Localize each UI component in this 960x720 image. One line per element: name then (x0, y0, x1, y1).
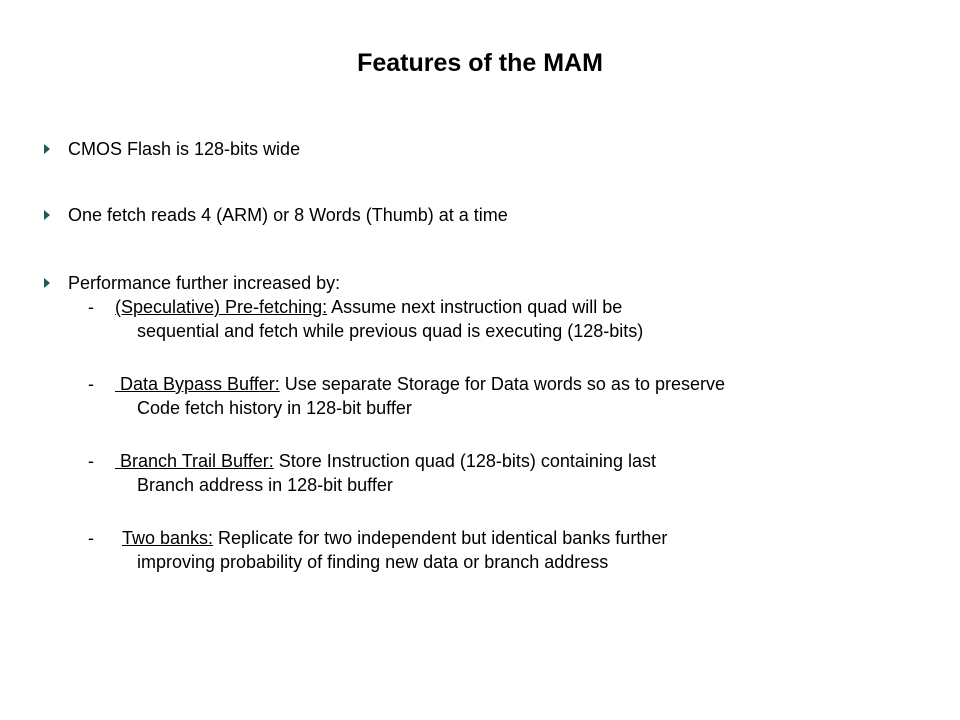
sub-item-term: Branch Trail Buffer: (115, 451, 274, 471)
sub-item-term: Two banks: (122, 528, 214, 548)
sub-item-line1: Data Bypass Buffer: Use separate Storage… (115, 372, 725, 396)
dash-marker: - (88, 451, 94, 471)
dash-marker: - (88, 374, 94, 394)
sub-item-line2: sequential and fetch while previous quad… (137, 321, 644, 341)
sub-item-description: Assume next instruction quad will be (327, 297, 623, 317)
sub-item-description: Use separate Storage for Data words so a… (279, 374, 725, 394)
sub-item-line1: Two banks: Replicate for two independent… (122, 526, 667, 550)
sub-item-line1: (Speculative) Pre-fetching: Assume next … (115, 295, 622, 319)
sub-item-term: Data Bypass Buffer: (115, 374, 280, 394)
sub-item-description: Store Instruction quad (128-bits) contai… (273, 451, 656, 471)
sub-item-line2: Code fetch history in 128-bit buffer (137, 398, 412, 418)
sub-item-description: Replicate for two independent but identi… (213, 528, 668, 548)
sub-item-line2: Branch address in 128-bit buffer (137, 475, 393, 495)
bullet-text: Performance further increased by: (68, 273, 341, 293)
sub-item-line2: improving probability of finding new dat… (137, 552, 609, 572)
dash-marker: - (88, 297, 94, 317)
dash-marker: - (88, 528, 94, 548)
sub-item-term: (Speculative) Pre-fetching: (115, 297, 328, 317)
bullet-text: One fetch reads 4 (ARM) or 8 Words (Thum… (68, 205, 508, 225)
triangle-right-icon (44, 210, 50, 220)
triangle-right-icon (44, 144, 50, 154)
bullet-text: CMOS Flash is 128-bits wide (68, 139, 301, 159)
sub-item-line1: Branch Trail Buffer: Store Instruction q… (115, 449, 656, 473)
slide-title: Features of the MAM (357, 49, 603, 77)
triangle-right-icon (44, 278, 50, 288)
